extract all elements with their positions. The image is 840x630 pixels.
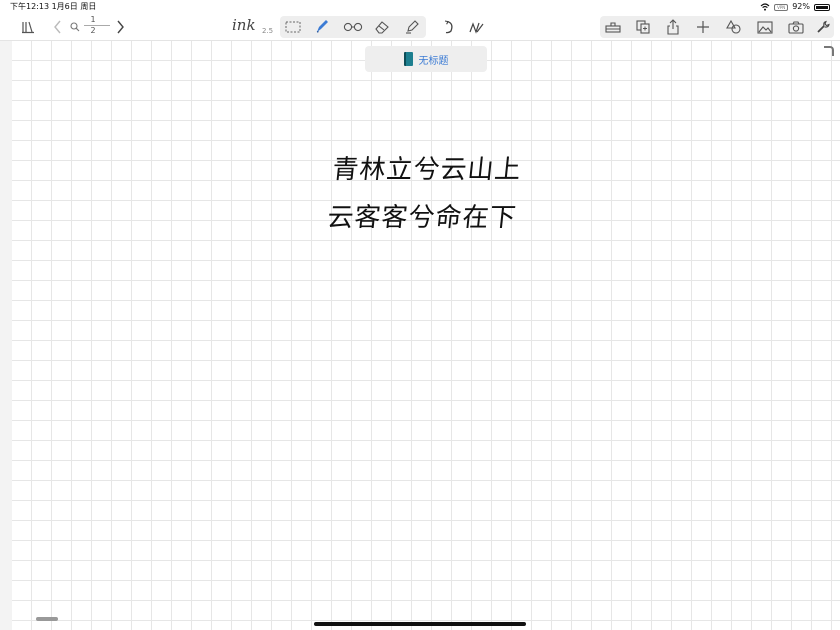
vpn-icon: VPN [774, 3, 789, 11]
undo-icon [444, 20, 453, 34]
highlighter-glasses-button[interactable] [340, 14, 366, 40]
pen-tool-button[interactable] [310, 14, 334, 40]
glasses-icon [343, 22, 363, 32]
library-button[interactable] [18, 14, 38, 40]
page-current: 1 [90, 15, 96, 24]
library-icon [22, 21, 34, 34]
handwriting-line-2: 云客客兮命在下 [325, 203, 519, 233]
wrench-icon [817, 20, 830, 33]
scroll-indicator[interactable] [36, 617, 58, 621]
insert-image-button[interactable] [754, 14, 776, 40]
notebook-title: 无标题 [418, 55, 449, 67]
status-right: VPN 92% [760, 0, 830, 14]
handwritten-text: 青林立兮云山上 云客客兮命在下 [325, 146, 555, 242]
home-indicator[interactable] [314, 622, 526, 626]
selection-rect-icon [285, 21, 301, 33]
ink-label[interactable]: ink [232, 16, 256, 34]
wifi-icon [760, 3, 770, 11]
add-page-button[interactable] [632, 14, 654, 40]
toolbar: 1 2 ink 2.5 [0, 14, 840, 41]
page-total: 2 [90, 26, 96, 35]
lasso-tool-button[interactable] [282, 14, 304, 40]
page-search-button[interactable] [68, 14, 82, 40]
camera-icon [788, 20, 804, 34]
handwriting-line-1: 青林立兮云山上 [330, 155, 524, 185]
chevron-right-icon [117, 20, 124, 34]
handwriting-mode-button[interactable] [464, 14, 488, 40]
toolbox-button[interactable] [602, 14, 624, 40]
pen-icon [316, 20, 328, 33]
pages-plus-icon [636, 20, 650, 34]
add-element-button[interactable] [692, 14, 714, 40]
note-canvas[interactable] [12, 41, 840, 630]
battery-percent: 92% [792, 2, 810, 11]
eraser-tool-button[interactable] [370, 14, 394, 40]
prev-page-button[interactable] [50, 14, 66, 40]
pen-size-label: 2.5 [262, 27, 274, 35]
notebook-icon [403, 52, 413, 66]
settings-button[interactable] [812, 14, 834, 40]
highlighter-icon [406, 20, 419, 34]
eraser-icon [375, 21, 389, 34]
battery-icon [814, 3, 830, 11]
toolbox-icon [605, 22, 621, 33]
next-page-button[interactable] [112, 14, 128, 40]
camera-button[interactable] [784, 14, 808, 40]
image-icon [757, 20, 773, 34]
highlighter-tool-button[interactable] [400, 14, 424, 40]
status-bar: 下午12:13 1月6日 周日 VPN 92% [0, 0, 840, 14]
plus-icon [697, 21, 709, 33]
hand-pen-icon [469, 22, 484, 34]
search-icon [70, 22, 80, 32]
chevron-left-icon [54, 20, 61, 34]
page-indicator[interactable]: 1 2 [84, 15, 110, 36]
shapes-icon [726, 20, 741, 34]
page-curl-icon[interactable] [824, 46, 834, 56]
undo-button[interactable] [438, 14, 460, 40]
share-icon [667, 19, 679, 35]
share-button[interactable] [662, 14, 684, 40]
shapes-button[interactable] [722, 14, 746, 40]
status-time-date: 下午12:13 1月6日 周日 [10, 2, 97, 11]
notebook-title-button[interactable]: 无标题 [365, 46, 487, 72]
